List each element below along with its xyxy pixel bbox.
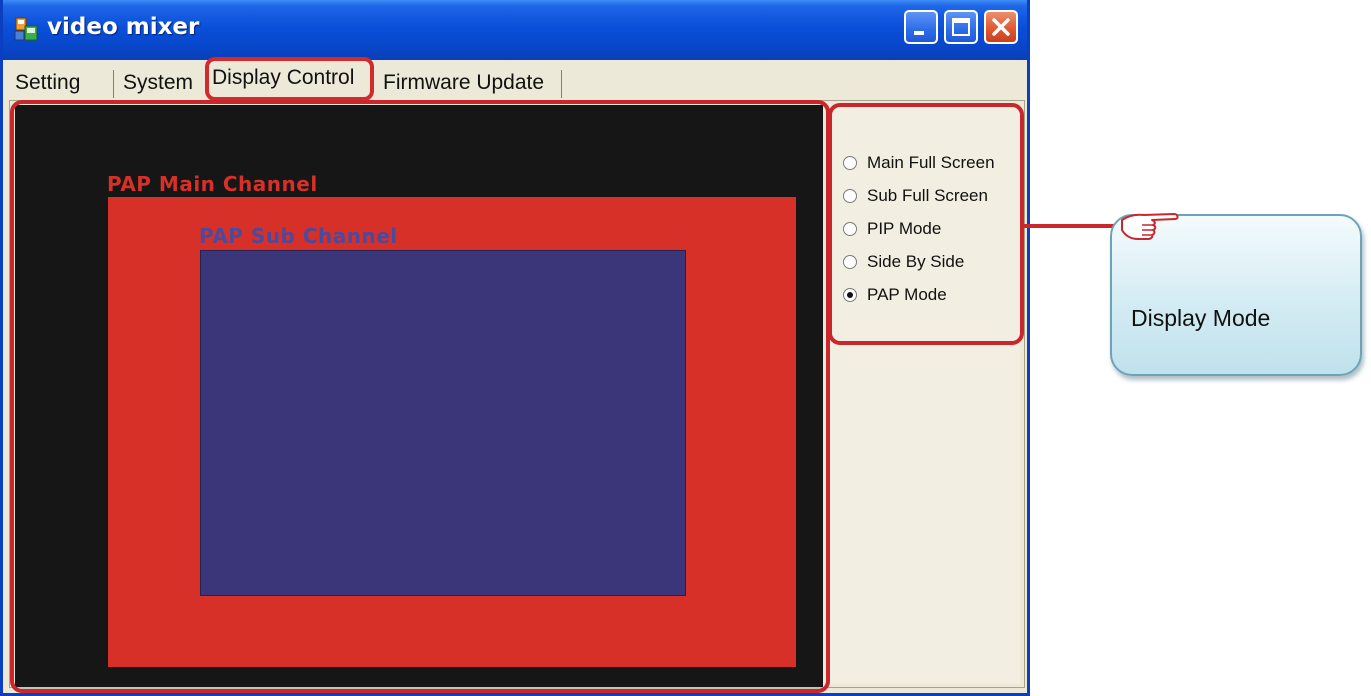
tab-bar: Setting System Display Control Firmware … [3,60,1027,102]
active-tab-highlight [205,57,374,101]
maximize-icon [952,18,970,36]
tab-separator [561,70,562,98]
minimize-button[interactable] [904,10,938,44]
title-bar[interactable]: video mixer [3,0,1027,60]
callout-text: Display Mode [1131,305,1271,331]
pointing-hand-icon [1118,208,1184,247]
tab-setting[interactable]: Setting [15,68,80,98]
tab-firmware-update[interactable]: Firmware Update [383,68,544,98]
maximize-button[interactable] [944,10,978,44]
tab-separator [113,70,114,98]
app-icon [13,16,39,42]
minimize-icon [914,31,924,35]
close-icon [992,18,1010,36]
preview-highlight [10,100,830,693]
tab-system[interactable]: System [123,68,193,98]
display-mode-highlight [828,103,1024,345]
window-title: video mixer [47,14,200,40]
close-button[interactable] [984,10,1018,44]
